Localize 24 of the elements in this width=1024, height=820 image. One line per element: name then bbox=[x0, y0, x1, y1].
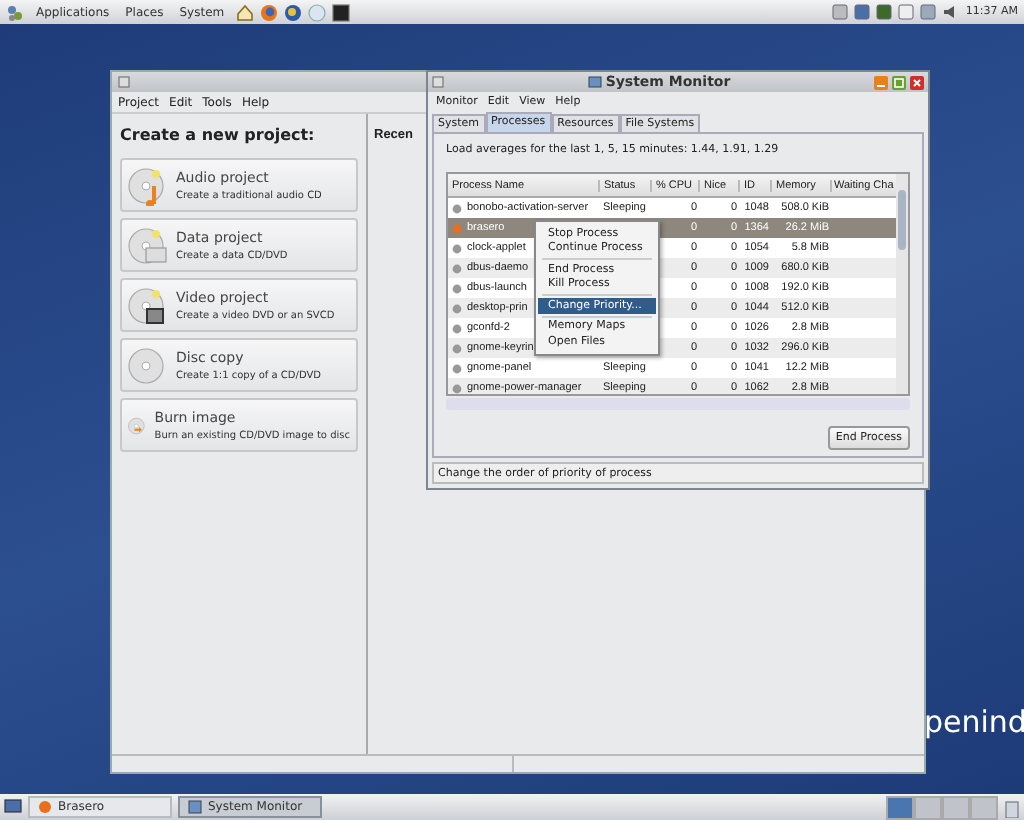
window-menu-icon[interactable] bbox=[432, 76, 444, 88]
trash-icon[interactable] bbox=[1004, 797, 1020, 817]
menu-icon[interactable] bbox=[6, 3, 24, 21]
monitor-icon[interactable] bbox=[853, 4, 870, 20]
close-icon[interactable] bbox=[910, 75, 924, 89]
monitor-icon bbox=[587, 75, 602, 89]
window-menu-icon[interactable] bbox=[118, 76, 130, 88]
minimize-icon[interactable] bbox=[874, 75, 888, 89]
workspace-switcher[interactable] bbox=[886, 795, 998, 819]
maximize-icon[interactable] bbox=[892, 75, 906, 89]
desktop-icon[interactable] bbox=[4, 798, 22, 816]
volume-icon[interactable] bbox=[941, 4, 958, 20]
scrollbar-thumb[interactable] bbox=[898, 190, 906, 250]
horizontal-scrollbar[interactable] bbox=[446, 398, 910, 410]
disc-icon bbox=[128, 285, 168, 325]
disc-icon bbox=[128, 225, 168, 265]
wallpaper-logo-text: penind bbox=[924, 704, 1024, 740]
home-icon[interactable] bbox=[236, 3, 255, 21]
terminal-icon[interactable] bbox=[332, 3, 351, 21]
section-heading: Create a new project: bbox=[120, 126, 317, 144]
app-icon bbox=[38, 800, 52, 814]
disc-icon bbox=[128, 345, 168, 385]
app-icon bbox=[188, 800, 202, 814]
disc-icon bbox=[128, 165, 168, 205]
